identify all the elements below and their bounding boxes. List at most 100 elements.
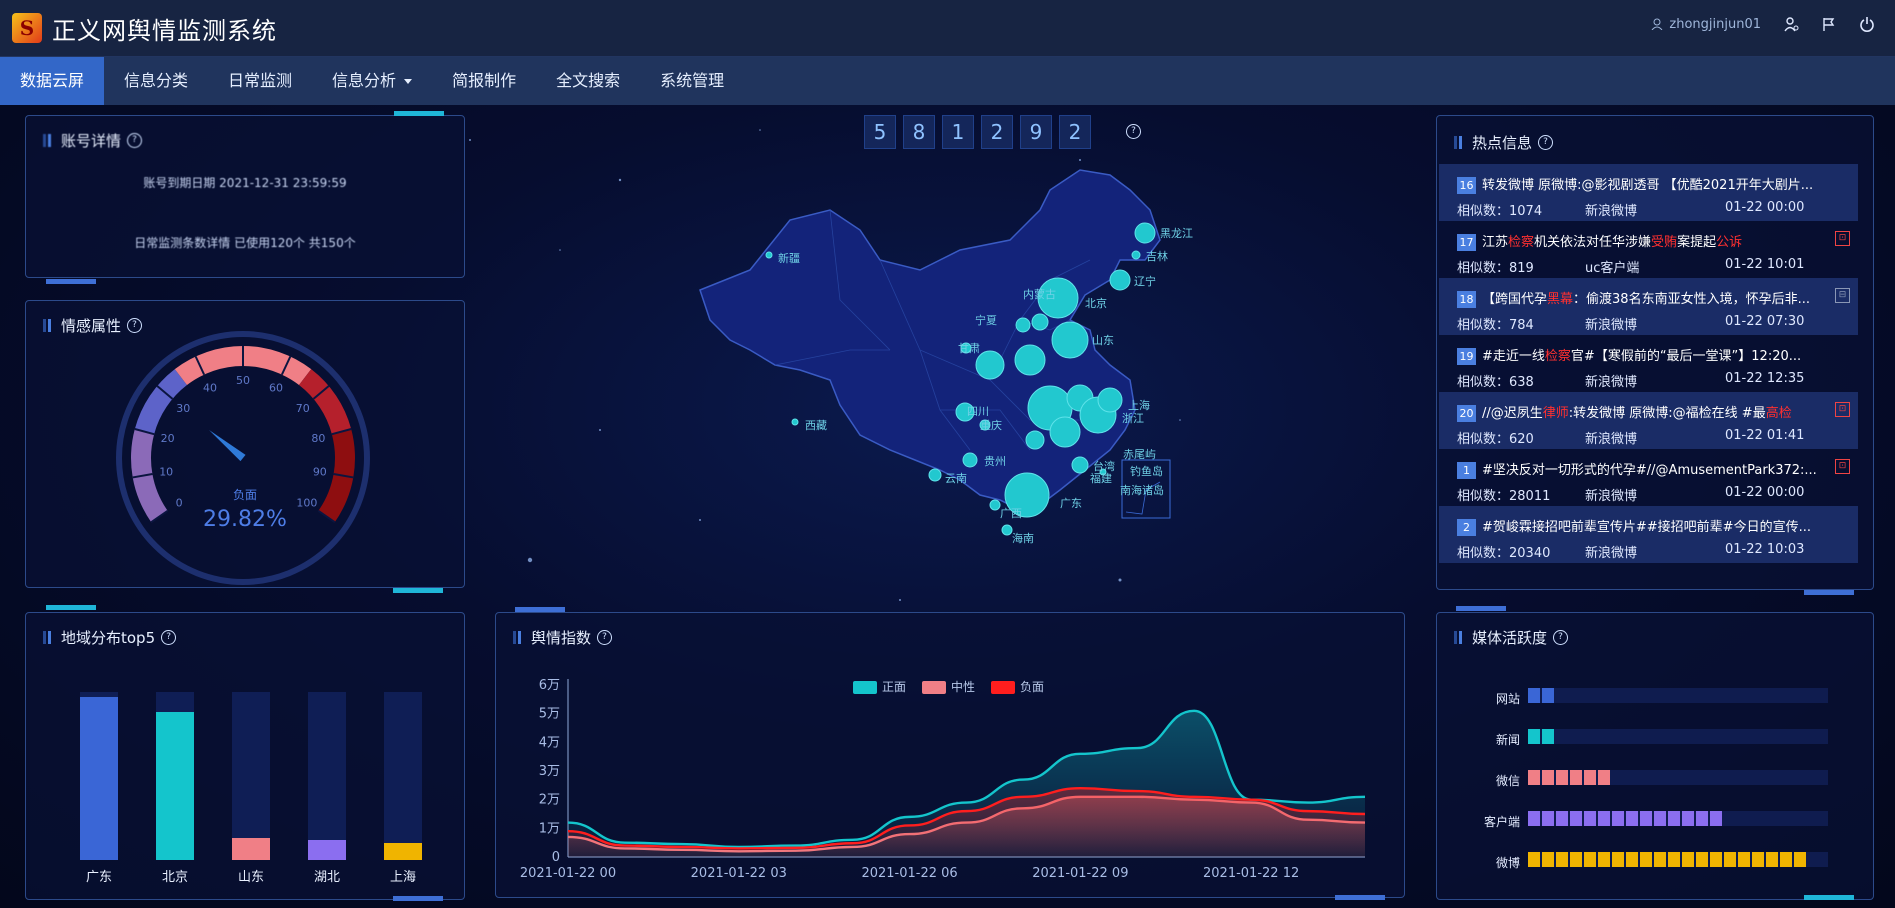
hot-item-title[interactable]: 2 #贺峻霖接招吧前辈宣传片##接招吧前辈#今日的宣传... xyxy=(1457,516,1847,536)
help-icon[interactable]: ? xyxy=(127,133,143,148)
map-point[interactable] xyxy=(975,350,1005,380)
region-label: 北京 xyxy=(161,870,188,885)
nav-item-briefing[interactable]: 简报制作 xyxy=(432,57,536,105)
nav-item-fulltext-search[interactable]: 全文搜索 xyxy=(536,57,640,105)
hot-item-text: 江苏 xyxy=(1482,235,1509,250)
region-bar[interactable] xyxy=(80,697,118,860)
help-icon[interactable]: ? xyxy=(161,630,177,645)
map-point[interactable] xyxy=(1071,456,1089,474)
y-tick-label: 2万 xyxy=(539,793,560,808)
map-point[interactable] xyxy=(1014,344,1046,376)
media-block xyxy=(1584,852,1596,867)
x-tick-label: 2021-01-22 00 xyxy=(520,866,616,881)
hot-list-item[interactable]: 17 江苏检察机关依法对任华涉嫌受贿案提起公诉 相似数：819 uc客户端 01-22 … xyxy=(1439,221,1858,278)
hot-item-title[interactable]: 20 //@迟夙生律师:转发微博 原微博:@福检在线 #最高检 xyxy=(1457,402,1847,422)
hot-list-item[interactable]: 18 【跨国代孕黑幕：偷渡38名东南亚女性入境，怀孕后非... 相似数：784 新浪微… xyxy=(1439,278,1858,335)
hot-title: 热点信息 xyxy=(1472,134,1533,152)
map-point[interactable] xyxy=(1131,250,1141,260)
similar-count: 相似数：28011 xyxy=(1457,489,1551,504)
map-point[interactable] xyxy=(1015,317,1031,333)
help-icon[interactable]: ? xyxy=(1538,135,1554,150)
media-block xyxy=(1752,852,1764,867)
map-label: 内蒙古 xyxy=(1023,288,1056,301)
media-block xyxy=(1570,852,1582,867)
hot-list-item[interactable]: 16 转发微博 原微博:@影视剧透哥 【优酷2021开年大剧片... 相似数：107… xyxy=(1439,164,1858,221)
user-area: zhongjinjun01 xyxy=(1651,16,1875,32)
flag-icon[interactable] xyxy=(1821,16,1837,32)
warning-flag-icon[interactable]: ⊟ xyxy=(1835,288,1850,303)
map-point[interactable] xyxy=(1049,416,1081,448)
main-nav: 数据云屏 信息分类 日常监测 信息分析 简报制作 全文搜索 系统管理 xyxy=(0,57,1895,105)
username: zhongjinjun01 xyxy=(1669,16,1761,32)
power-icon[interactable] xyxy=(1859,16,1875,32)
source-name: 新浪微博 xyxy=(1585,546,1638,561)
panel-accent xyxy=(1804,895,1854,900)
hot-item-title[interactable]: 1 #坚决反对一切形式的代孕#//@AmusementPark372:... xyxy=(1457,459,1847,479)
user-menu[interactable]: zhongjinjun01 xyxy=(1651,17,1761,32)
user-settings-icon[interactable] xyxy=(1783,16,1799,32)
x-tick-label: 2021-01-22 09 xyxy=(1032,866,1128,881)
map-label: 钓鱼岛 xyxy=(1130,465,1163,478)
region-bar[interactable] xyxy=(308,840,346,860)
hot-list-item[interactable]: 2 #贺峻霖接招吧前辈宣传片##接招吧前辈#今日的宣传... 相似数：20340 新浪… xyxy=(1439,506,1858,563)
map-point[interactable] xyxy=(1031,313,1049,331)
map-label: 重庆 xyxy=(980,419,1002,432)
map-point[interactable] xyxy=(1001,524,1013,536)
nav-item-data-screen[interactable]: 数据云屏 xyxy=(0,57,105,105)
panel-accent xyxy=(393,896,443,901)
help-icon[interactable]: ? xyxy=(1553,630,1569,645)
map-point[interactable] xyxy=(1025,430,1045,450)
panel-accent xyxy=(393,588,443,593)
warning-flag-icon[interactable]: ⊡ xyxy=(1835,231,1850,246)
keyword-highlight: 律师 xyxy=(1542,406,1569,421)
region-bar[interactable] xyxy=(232,838,270,860)
map-point[interactable] xyxy=(962,452,978,468)
panel-accent xyxy=(46,605,96,610)
nav-item-daily-monitor[interactable]: 日常监测 xyxy=(208,57,312,105)
media-block xyxy=(1528,729,1540,744)
warning-flag-icon[interactable]: ⊡ xyxy=(1835,402,1850,417)
region-bar[interactable] xyxy=(156,712,194,860)
total-counter: 5 8 1 2 9 2 xyxy=(864,115,1091,149)
media-block xyxy=(1612,811,1624,826)
gauge-label: 负面 xyxy=(232,488,257,502)
map-point[interactable] xyxy=(928,468,942,482)
nav-item-info-classify[interactable]: 信息分类 xyxy=(104,57,208,105)
hot-list-item[interactable]: 1 #坚决反对一切形式的代孕#//@AmusementPark372:... 相似数… xyxy=(1439,449,1858,506)
media-block xyxy=(1542,729,1554,744)
counter-digit: 2 xyxy=(981,115,1013,149)
gauge-tick-label: 30 xyxy=(176,402,190,415)
map-point[interactable] xyxy=(1051,321,1089,359)
map-point[interactable] xyxy=(989,499,1001,511)
region-bar[interactable] xyxy=(384,843,422,860)
map-label: 福建 xyxy=(1090,472,1112,485)
map-point[interactable] xyxy=(765,251,773,259)
hot-list-item[interactable]: 19 #走近一线检察官#【寒假前的“最后一堂课”】12:20... 相似数：638 新… xyxy=(1439,335,1858,392)
y-tick-label: 6万 xyxy=(539,678,560,693)
media-block xyxy=(1556,770,1568,785)
map-point[interactable] xyxy=(1134,222,1156,244)
nav-item-info-analysis[interactable]: 信息分析 xyxy=(312,57,432,105)
nav-item-label: 信息分析 xyxy=(332,71,397,90)
hot-item-title[interactable]: 18 【跨国代孕黑幕：偷渡38名东南亚女性入境，怀孕后非... xyxy=(1457,288,1847,308)
map-point[interactable] xyxy=(791,418,799,426)
media-block xyxy=(1668,811,1680,826)
gauge-tick-label: 10 xyxy=(159,466,173,479)
media-title: 媒体活跃度 xyxy=(1472,629,1548,647)
hot-item-title[interactable]: 17 江苏检察机关依法对任华涉嫌受贿案提起公诉 xyxy=(1457,231,1847,251)
map-point[interactable] xyxy=(1109,269,1131,291)
nav-item-system-admin[interactable]: 系统管理 xyxy=(640,57,744,105)
hot-list-item[interactable]: 20 //@迟夙生律师:转发微博 原微博:@福检在线 #最高检 相似数：620 新浪微… xyxy=(1439,392,1858,449)
hot-item-title[interactable]: 16 转发微博 原微博:@影视剧透哥 【优酷2021开年大剧片... xyxy=(1457,174,1847,194)
hot-item-text: #走近一线 xyxy=(1482,349,1545,364)
publish-time: 01-22 12:35 xyxy=(1725,371,1805,386)
source-name: 新浪微博 xyxy=(1585,375,1638,390)
similar-count: 相似数：1074 xyxy=(1457,204,1543,219)
help-icon[interactable]: ? xyxy=(1126,124,1141,139)
warning-flag-icon[interactable]: ⊡ xyxy=(1835,459,1850,474)
panel-accent xyxy=(1456,606,1506,611)
hot-item-title[interactable]: 19 #走近一线检察官#【寒假前的“最后一堂课”】12:20... xyxy=(1457,345,1847,365)
map-point[interactable] xyxy=(1097,387,1123,413)
hot-item-text: 【跨国代孕 xyxy=(1482,292,1548,307)
app-logo: S xyxy=(12,13,42,43)
